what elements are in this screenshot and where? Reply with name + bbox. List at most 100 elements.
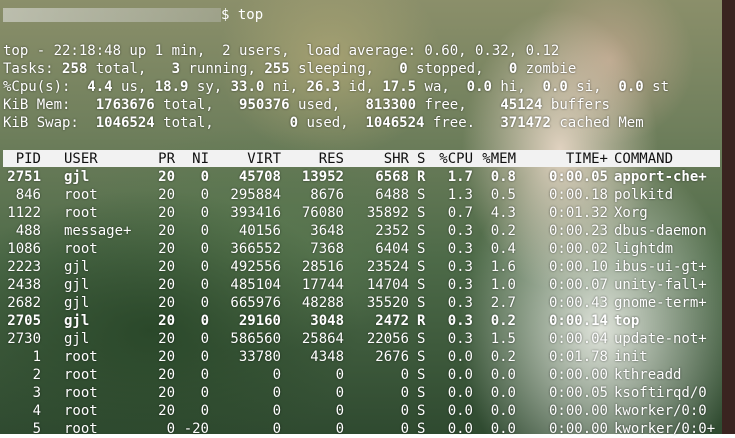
process-cmd-cell: dbus-daemon <box>614 223 707 239</box>
column-header-res[interactable]: RES <box>284 150 344 168</box>
summary-swap-line: KiB Swap: 1046524 total, 0 used, 1046524… <box>3 114 644 132</box>
process-pid-cell: 1 <box>32 349 41 365</box>
cpu-value: 18.9 <box>154 79 189 95</box>
process-mem-cell: 0.0 <box>490 385 516 401</box>
process-virt-cell: 492556 <box>230 259 281 275</box>
process-time-cell: 0:00.43 <box>548 295 608 311</box>
swap-label: used, <box>298 115 366 131</box>
column-header-cpu[interactable]: %CPU <box>423 150 473 168</box>
process-pid-cell: 1086 <box>7 241 41 257</box>
column-header-shr[interactable]: SHR <box>349 150 409 168</box>
process-user-cell: gjl <box>64 313 90 329</box>
column-header-command[interactable]: COMMAND <box>614 150 723 168</box>
process-mem-cell: 0.2 <box>490 349 516 365</box>
column-header-time[interactable]: TIME+ <box>518 150 608 168</box>
column-header-pr[interactable]: PR <box>145 150 175 168</box>
process-cpu-cell: 0.0 <box>447 403 473 419</box>
process-pr-cell: 20 <box>158 313 175 329</box>
process-cpu-cell: 0.0 <box>447 421 473 437</box>
cpu-label: %Cpu(s): <box>3 79 88 95</box>
mem-label: buffers <box>542 97 610 113</box>
process-shr-cell: 6404 <box>375 241 409 257</box>
process-cmd-cell: polkitd <box>614 187 674 203</box>
process-virt-cell: 0 <box>272 403 281 419</box>
process-mem-cell: 0.0 <box>490 403 516 419</box>
process-res-cell: 0 <box>335 421 344 437</box>
process-cmd-cell: apport-che+ <box>614 169 707 185</box>
column-header-ni[interactable]: NI <box>175 150 209 168</box>
process-pid-cell: 3 <box>32 385 41 401</box>
column-header-user[interactable]: USER <box>64 150 144 168</box>
process-pid-cell: 2705 <box>7 313 41 329</box>
summary-tasks-line: Tasks: 258 total, 3 running, 255 sleepin… <box>3 60 576 78</box>
process-time-cell: 0:00.00 <box>548 367 608 383</box>
process-virt-cell: 33780 <box>238 349 281 365</box>
process-pr-cell: 20 <box>158 385 175 401</box>
mem-value: 45124 <box>500 97 543 113</box>
process-time-cell: 0:01.32 <box>548 205 608 221</box>
swap-label: total, <box>154 115 290 131</box>
process-pr-cell: 20 <box>158 331 175 347</box>
process-shr-cell: 6488 <box>375 187 409 203</box>
process-shr-cell: 6568 <box>375 169 409 185</box>
process-time-cell: 0:00.05 <box>548 385 608 401</box>
process-pr-cell: 20 <box>158 349 175 365</box>
process-mem-cell: 0.5 <box>490 187 516 203</box>
process-cmd-cell: ksoftirqd/0 <box>614 385 707 401</box>
cpu-label: ni, <box>264 79 307 95</box>
process-ni-cell: 0 <box>200 331 209 347</box>
process-cmd-cell: kworker/0:0+ <box>614 421 716 437</box>
process-res-cell: 3648 <box>310 223 344 239</box>
prompt-command: $ top <box>221 7 264 23</box>
process-mem-cell: 1.0 <box>490 277 516 293</box>
tasks-label: zombie <box>517 61 577 77</box>
process-virt-cell: 45708 <box>238 169 281 185</box>
process-pid-cell: 2730 <box>7 331 41 347</box>
summary-cpu-line: %Cpu(s): 4.4 us, 18.9 sy, 33.0 ni, 26.3 … <box>3 78 669 96</box>
swap-value: 0 <box>289 115 299 131</box>
process-mem-cell: 0.0 <box>490 421 516 437</box>
process-pid-cell: 2 <box>32 367 41 383</box>
process-pr-cell: 0 <box>166 421 175 437</box>
process-time-cell: 0:00.04 <box>548 331 608 347</box>
process-cmd-cell: kworker/0:0 <box>614 403 707 419</box>
process-mem-cell: 4.3 <box>490 205 516 221</box>
process-shr-cell: 23524 <box>366 259 409 275</box>
process-pr-cell: 20 <box>158 205 175 221</box>
mem-label: free, <box>416 97 501 113</box>
process-virt-cell: 0 <box>272 385 281 401</box>
cpu-value: 26.3 <box>306 79 341 95</box>
process-mem-cell: 1.6 <box>490 259 516 275</box>
process-res-cell: 7368 <box>310 241 344 257</box>
column-header-virt[interactable]: VIRT <box>211 150 281 168</box>
tasks-label: stopped, <box>407 61 509 77</box>
process-pid-cell: 1122 <box>7 205 41 221</box>
cpu-value: 17.5 <box>382 79 417 95</box>
process-user-cell: root <box>64 187 98 203</box>
process-virt-cell: 0 <box>272 421 281 437</box>
terminal-window[interactable]: $ top top - 22:18:48 up 1 min, 2 users, … <box>1 0 723 437</box>
mem-label: total, <box>154 97 240 113</box>
process-pid-cell: 2682 <box>7 295 41 311</box>
process-ni-cell: 0 <box>200 349 209 365</box>
process-pid-cell: 5 <box>32 421 41 437</box>
column-header-mem[interactable]: %MEM <box>471 150 516 168</box>
process-mem-cell: 0.2 <box>490 313 516 329</box>
process-mem-cell: 0.2 <box>490 223 516 239</box>
swap-label: KiB Swap: <box>3 115 96 131</box>
process-pr-cell: 20 <box>158 277 175 293</box>
process-user-cell: gjl <box>64 169 90 185</box>
tasks-value: 0 <box>508 61 518 77</box>
process-shr-cell: 0 <box>400 367 409 383</box>
column-header-pid[interactable]: PID <box>1 150 41 168</box>
process-time-cell: 0:00.00 <box>548 421 608 437</box>
process-time-cell: 0:00.05 <box>548 169 608 185</box>
tasks-value: 258 <box>62 61 88 77</box>
process-ni-cell: 0 <box>200 223 209 239</box>
process-res-cell: 0 <box>335 367 344 383</box>
process-user-cell: gjl <box>64 331 90 347</box>
process-pr-cell: 20 <box>158 169 175 185</box>
tasks-label: sleeping, <box>289 61 400 77</box>
process-shr-cell: 2676 <box>375 349 409 365</box>
process-cmd-cell: kthreadd <box>614 367 682 383</box>
